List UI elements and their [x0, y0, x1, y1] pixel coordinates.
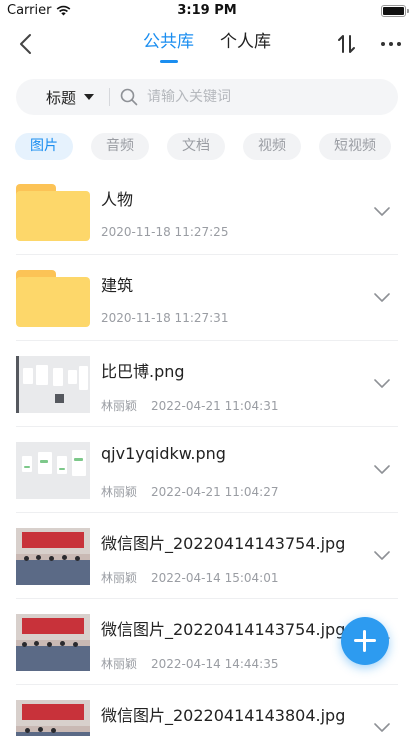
file-name: 建筑: [101, 276, 134, 295]
nav-bar: 公共库 个人库: [0, 22, 414, 66]
image-thumbnail: [16, 442, 90, 499]
file-name: 微信图片_20220414143804.jpg: [101, 706, 346, 725]
list-item[interactable]: 建筑 2020-11-18 11:27:31: [0, 255, 414, 341]
image-thumbnail: [16, 528, 90, 585]
back-button[interactable]: [10, 28, 42, 60]
sort-button[interactable]: [334, 30, 360, 58]
search-field-label: 标题: [46, 88, 77, 107]
battery-icon: [381, 5, 406, 17]
search-field-selector[interactable]: 标题: [16, 79, 106, 115]
list-item[interactable]: 比巴博.png 林丽颖 2022-04-21 11:04:31: [0, 341, 414, 427]
chevron-left-icon: [20, 34, 31, 54]
chevron-down-icon[interactable]: [373, 378, 391, 390]
file-name: 微信图片_20220414143754.jpg: [101, 620, 346, 639]
list-item[interactable]: 微信图片_20220414143754.jpg 林丽颖 2022-04-14 15…: [0, 513, 414, 599]
file-time: 2022-04-14 15:04:01: [151, 571, 279, 585]
caret-down-icon: [84, 94, 95, 100]
file-meta: 林丽颖 2022-04-21 11:04:31: [101, 397, 278, 414]
search-divider: [109, 88, 110, 106]
search-input[interactable]: [147, 89, 377, 105]
carrier-info: Carrier: [7, 3, 71, 18]
status-bar: Carrier 3:19 PM: [0, 0, 414, 22]
file-owner: 林丽颖: [101, 657, 138, 671]
file-owner: 林丽颖: [101, 485, 138, 499]
filter-short-video[interactable]: 短视频: [319, 133, 391, 160]
sort-updown-icon: [338, 35, 355, 53]
chevron-down-icon[interactable]: [373, 550, 391, 562]
chevron-down-icon[interactable]: [373, 206, 391, 218]
image-thumbnail: [16, 700, 90, 736]
folder-icon: [16, 270, 90, 327]
file-time: 2022-04-14 14:44:35: [151, 657, 279, 671]
filter-document[interactable]: 文档: [167, 133, 225, 160]
file-meta: 林丽颖 2022-04-14 14:44:35: [101, 655, 278, 672]
search-icon: [120, 88, 138, 106]
chevron-down-icon[interactable]: [373, 722, 391, 734]
file-meta: 2020-11-18 11:27:31: [101, 311, 228, 325]
add-button[interactable]: [341, 617, 389, 665]
folder-icon: [16, 184, 90, 241]
file-time: 2022-04-21 11:04:27: [151, 485, 279, 499]
file-time: 2022-04-21 11:04:31: [151, 399, 279, 413]
wifi-icon: [57, 5, 71, 16]
image-thumbnail: [16, 614, 90, 671]
type-filters: 图片 音频 文档 视频 短视频: [15, 133, 391, 160]
more-horizontal-icon: [381, 42, 401, 46]
filter-video[interactable]: 视频: [243, 133, 301, 160]
tab-public-library[interactable]: 公共库: [143, 22, 194, 66]
file-owner: 林丽颖: [101, 399, 138, 413]
more-button[interactable]: [378, 32, 404, 56]
file-name: 微信图片_20220414143754.jpg: [101, 534, 346, 553]
list-item[interactable]: qjv1yqidkw.png 林丽颖 2022-04-21 11:04:27: [0, 427, 414, 513]
chevron-down-icon[interactable]: [373, 292, 391, 304]
chevron-down-icon[interactable]: [373, 464, 391, 476]
file-owner: 林丽颖: [101, 571, 138, 585]
file-time: 2020-11-18 11:27:31: [101, 311, 229, 325]
file-meta: 林丽颖 2022-04-21 11:04:27: [101, 483, 278, 500]
search-bar: 标题: [16, 79, 398, 115]
carrier-label: Carrier: [7, 3, 52, 18]
image-thumbnail: [16, 356, 90, 413]
file-name: 人物: [101, 190, 134, 209]
file-name: 比巴博.png: [101, 362, 185, 381]
list-item[interactable]: 人物 2020-11-18 11:27:25: [0, 169, 414, 255]
file-time: 2020-11-18 11:27:25: [101, 225, 229, 239]
filter-audio[interactable]: 音频: [91, 133, 149, 160]
battery-tip: [407, 9, 409, 13]
filter-image[interactable]: 图片: [15, 133, 73, 160]
file-name: qjv1yqidkw.png: [101, 444, 226, 463]
list-item[interactable]: 微信图片_20220414143804.jpg: [0, 685, 414, 736]
tab-personal-library[interactable]: 个人库: [220, 22, 271, 66]
file-meta: 2020-11-18 11:27:25: [101, 225, 228, 239]
file-meta: 林丽颖 2022-04-14 15:04:01: [101, 569, 278, 586]
